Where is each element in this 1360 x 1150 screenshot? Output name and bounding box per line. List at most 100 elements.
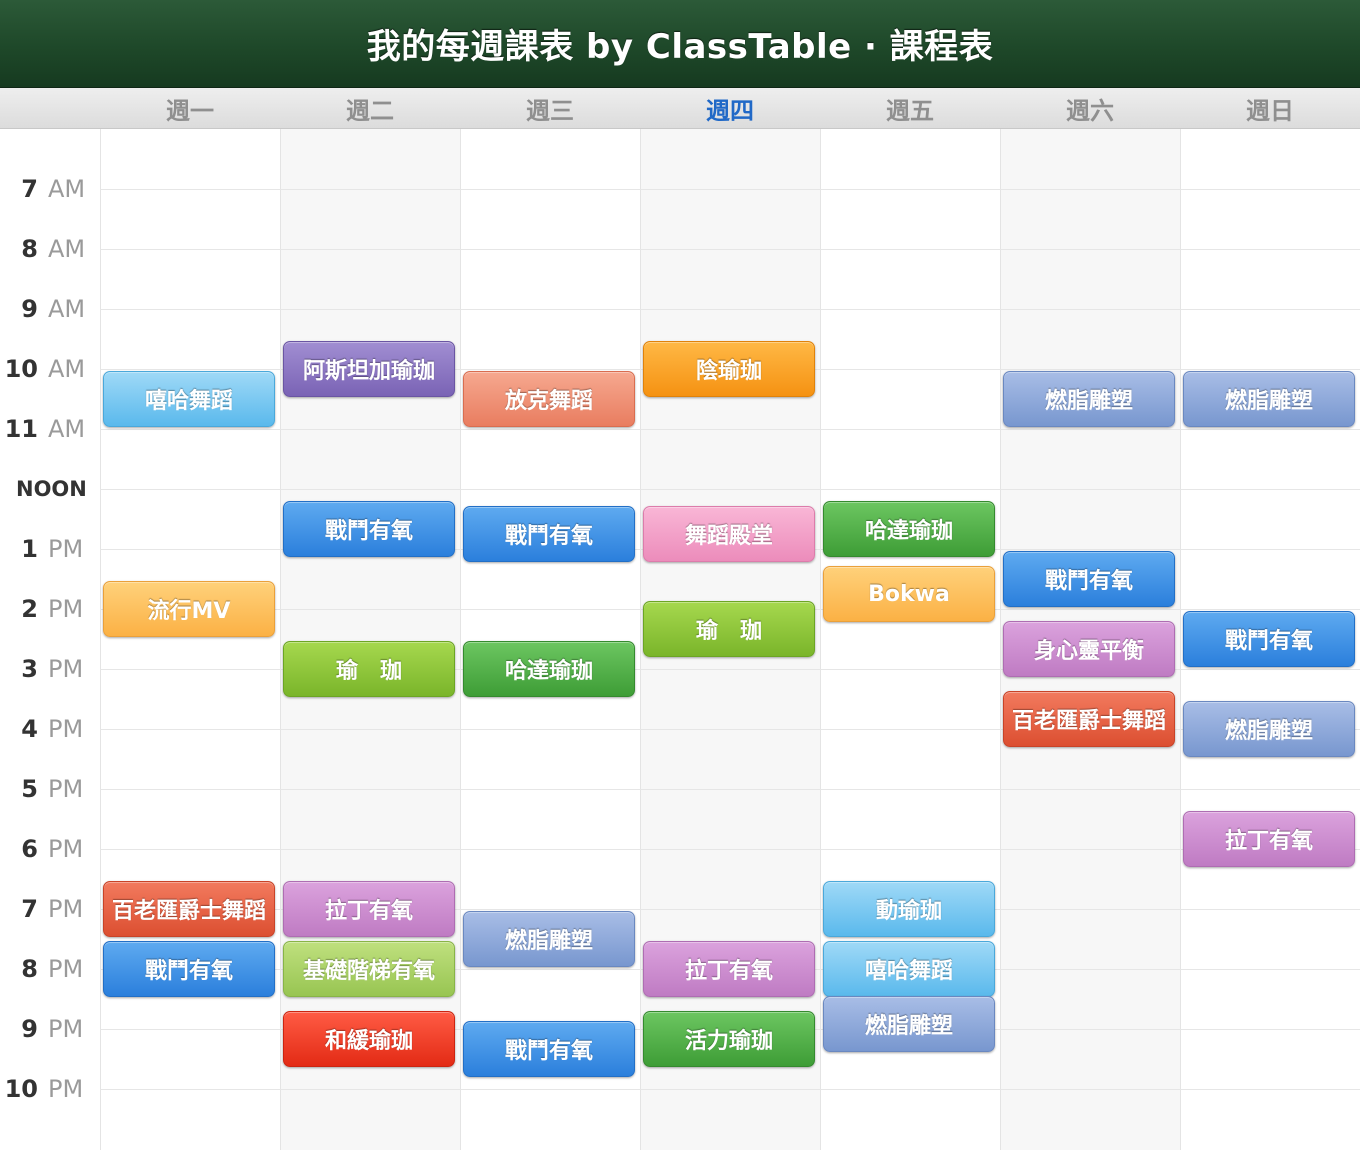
hour-label: 9 AM [0,294,100,324]
hour-label: 7 PM [0,894,100,924]
hour-label: 11 AM [0,414,100,444]
class-event[interactable]: 燃脂雕塑 [1183,701,1355,757]
hour-period: PM [48,775,84,803]
hour-period: PM [48,955,84,983]
class-event[interactable]: 燃脂雕塑 [463,911,635,967]
hour-period: PM [48,535,84,563]
day-header-5[interactable]: 週五 [820,88,1000,128]
class-event[interactable]: 和緩瑜珈 [283,1011,455,1068]
hour-period: PM [48,595,84,623]
hour-gridline [100,789,1360,790]
class-event[interactable]: 百老匯爵士舞蹈 [1003,690,1175,747]
hour-number: 11 [4,415,38,443]
class-event[interactable]: 身心靈平衡 [1003,621,1175,678]
day-header-row: 週一 週二 週三 週四 週五 週六 週日 [0,88,1360,129]
class-event[interactable]: 哈達瑜珈 [463,641,635,697]
hour-label: 3 PM [0,654,100,684]
class-event[interactable]: 燃脂雕塑 [1003,371,1175,427]
hour-period: PM [48,1015,84,1043]
hour-number: 4 [21,715,38,743]
hour-gridline [100,309,1360,310]
class-event[interactable]: 拉丁有氧 [283,881,455,937]
day-header-3[interactable]: 週三 [460,88,640,128]
hour-label: 1 PM [0,534,100,564]
hour-number: 2 [21,595,38,623]
hour-label: 6 PM [0,834,100,864]
class-event[interactable]: 哈達瑜珈 [823,501,995,558]
day-column-3[interactable] [460,129,641,1150]
hour-number: 8 [21,955,38,983]
hour-gridline [100,1089,1360,1090]
hour-number: 10 [4,1075,38,1103]
hour-label: 8 AM [0,234,100,264]
hour-period: PM [48,1075,84,1103]
hour-gridline [100,249,1360,250]
class-event[interactable]: 燃脂雕塑 [823,996,995,1053]
hour-gridline [100,849,1360,850]
hour-number: 7 [21,895,38,923]
hour-gridline [100,489,1360,490]
class-event[interactable]: 基礎階梯有氧 [283,941,455,997]
class-event[interactable]: 動瑜珈 [823,881,995,937]
hour-number: 6 [21,835,38,863]
class-event[interactable]: Bokwa [823,566,995,622]
class-event[interactable]: 嘻哈舞蹈 [823,941,995,997]
hour-number: 10 [4,355,38,383]
title-bar: 我的每週課表 by ClassTable · 課程表 [0,0,1360,88]
hour-label: 2 PM [0,594,100,624]
class-event[interactable]: 拉丁有氧 [643,941,815,997]
hour-label: 7 AM [0,174,100,204]
hour-number: 1 [21,535,38,563]
hour-label: 9 PM [0,1014,100,1044]
class-event[interactable]: 活力瑜珈 [643,1011,815,1068]
class-event[interactable]: 戰鬥有氧 [463,1020,635,1077]
day-header-1[interactable]: 週一 [100,88,280,128]
hour-period: AM [48,235,86,263]
class-event[interactable]: 瑜 珈 [283,641,455,697]
class-event[interactable]: 流行MV [103,581,275,637]
hour-label: 4 PM [0,714,100,744]
class-event[interactable]: 瑜 珈 [643,600,815,657]
hour-period: AM [48,415,86,443]
hour-number: 9 [21,295,38,323]
class-event[interactable]: 燃脂雕塑 [1183,371,1355,427]
hour-label: 10 AM [0,354,100,384]
class-event[interactable]: 陰瑜珈 [643,341,815,397]
hour-period: AM [48,175,86,203]
hour-period: PM [48,655,84,683]
class-event[interactable]: 戰鬥有氧 [1183,611,1355,667]
class-event[interactable]: 百老匯爵士舞蹈 [103,881,275,937]
hour-number: 9 [21,1015,38,1043]
class-event[interactable]: 戰鬥有氧 [283,501,455,558]
hour-number: 7 [21,175,38,203]
hour-number: 5 [21,775,38,803]
day-header-6[interactable]: 週六 [1000,88,1180,128]
hour-gridline [100,429,1360,430]
class-event[interactable]: 拉丁有氧 [1183,810,1355,867]
day-header-2[interactable]: 週二 [280,88,460,128]
hour-period: AM [48,295,86,323]
day-header-4[interactable]: 週四 [640,88,820,128]
hour-period: PM [48,835,84,863]
hour-label: 5 PM [0,774,100,804]
day-header-7[interactable]: 週日 [1180,88,1360,128]
class-event[interactable]: 阿斯坦加瑜珈 [283,341,455,397]
class-event[interactable]: 戰鬥有氧 [463,506,635,562]
hour-period: AM [48,355,86,383]
hour-gridline [100,189,1360,190]
class-event[interactable]: 舞蹈殿堂 [643,506,815,562]
schedule-grid: 7 AM 8 AM 9 AM 10 AM 11 AM NOON 1 PM 2 PM 3 PM 4 PM 5 PM 6 PM 7… [0,129,1360,1150]
hour-period: PM [48,895,84,923]
hour-label: 10 PM [0,1074,100,1104]
hour-number: 8 [21,235,38,263]
hour-number: 3 [21,655,38,683]
hour-label: NOON [0,474,100,504]
class-event[interactable]: 戰鬥有氧 [103,941,275,997]
class-event[interactable]: 嘻哈舞蹈 [103,371,275,427]
class-event[interactable]: 戰鬥有氧 [1003,551,1175,607]
page-title: 我的每週課表 by ClassTable · 課程表 [366,27,994,67]
hour-label: 8 PM [0,954,100,984]
hour-period: NOON [16,477,87,501]
class-event[interactable]: 放克舞蹈 [463,371,635,427]
hour-period: PM [48,715,84,743]
